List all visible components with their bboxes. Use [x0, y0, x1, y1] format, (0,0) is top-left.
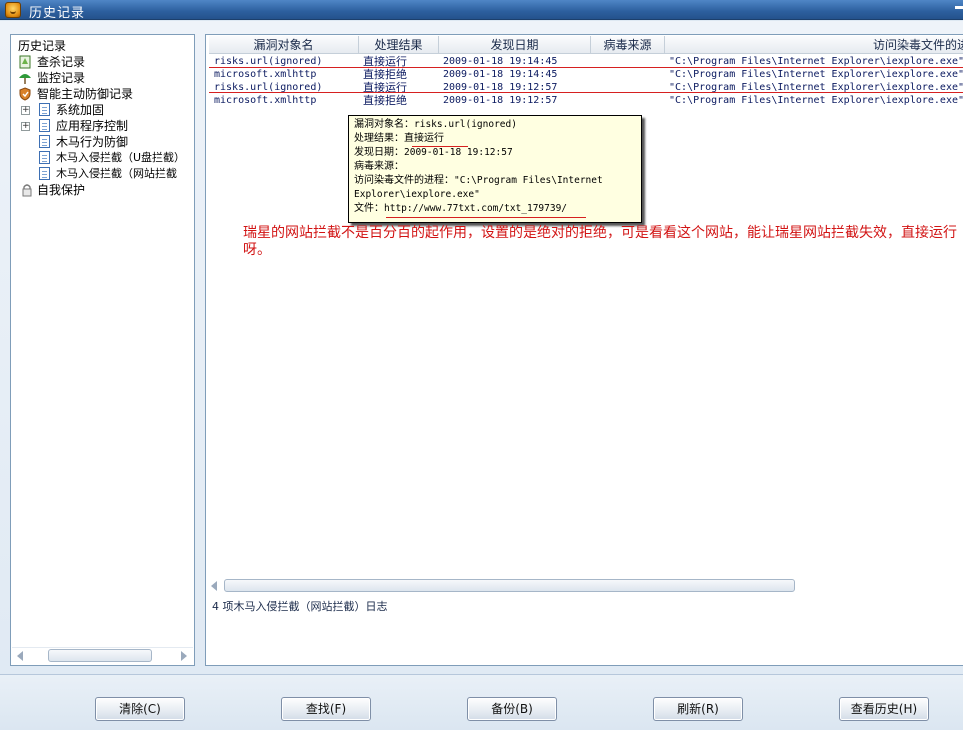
page-icon: [39, 167, 50, 180]
monitor-umbrella-icon: [19, 74, 31, 84]
tooltip-file-label: 文件：: [354, 203, 384, 214]
scroll-left-icon[interactable]: [211, 581, 217, 591]
lock-icon: [22, 184, 32, 197]
table-row[interactable]: microsoft.xmlhttp 直接拒绝 2009-01-18 19:14:…: [209, 68, 963, 81]
tree-item-trojan-behavior[interactable]: 木马行为防御: [17, 134, 187, 150]
highlight-underline: [386, 217, 586, 218]
table-row[interactable]: microsoft.xmlhttp 直接拒绝 2009-01-18 19:12:…: [209, 94, 963, 107]
page-icon: [39, 119, 50, 132]
cell-date: 2009-01-18 19:12:57: [443, 95, 558, 106]
cell-process: "C:\Program Files\Internet Explorer\iexp…: [669, 69, 963, 80]
tree-horizontal-scrollbar[interactable]: [12, 647, 193, 663]
scroll-left-icon[interactable]: [17, 651, 23, 661]
cell-result: 直接拒绝: [363, 94, 407, 107]
tree-item-defense-log[interactable]: 智能主动防御记录: [17, 86, 187, 102]
tooltip-process-line: 访问染毒文件的进程："C:\Program Files\Internet: [354, 174, 603, 188]
tree-item-label: 木马入侵拦截（U盘拦截）: [56, 151, 186, 164]
tooltip-source-label: 病毒来源：: [354, 161, 404, 172]
tree-item-app-control[interactable]: + 应用程序控制: [17, 118, 187, 134]
tree-item-usb-block[interactable]: 木马入侵拦截（U盘拦截）: [17, 150, 195, 166]
tree-item-web-block[interactable]: 木马入侵拦截（网站拦截: [17, 166, 195, 182]
cell-object: microsoft.xmlhttp: [214, 69, 317, 80]
tooltip-object-label: 漏洞对象名：: [354, 119, 414, 130]
tree-root-label: 历史记录: [18, 39, 67, 53]
tooltip-file-url: http://www.77txt.com/txt_179739/: [384, 203, 568, 214]
refresh-button[interactable]: 刷新(R): [653, 697, 743, 721]
column-header-result[interactable]: 处理结果: [359, 36, 439, 54]
cell-date: 2009-01-18 19:14:45: [443, 69, 558, 80]
expand-plus-icon[interactable]: +: [21, 122, 30, 131]
column-header-source[interactable]: 病毒来源: [591, 36, 665, 54]
scroll-right-icon[interactable]: [181, 651, 187, 661]
tree-item-label: 智能主动防御记录: [37, 87, 134, 101]
tree-item-label: 查杀记录: [37, 55, 86, 69]
tree-item-label: 木马行为防御: [56, 135, 129, 149]
minimize-icon[interactable]: [955, 6, 963, 9]
log-panel: 漏洞对象名 处理结果 发现日期 病毒来源 访问染毒文件的进 risks.url(…: [205, 34, 963, 666]
cell-process: "C:\Program Files\Internet Explorer\iexp…: [669, 95, 963, 106]
window-client: 历史记录 查杀记录 监控记录 智能主动防御记录 + 系统加固 + 应用程序控制 …: [0, 21, 963, 730]
highlight-underline: [209, 92, 963, 93]
tooltip-process-value-cont: Explorer\iexplore.exe": [354, 189, 480, 200]
tooltip-result-value: 直接运行: [404, 133, 444, 144]
shield-icon: [19, 87, 31, 101]
column-header-date[interactable]: 发现日期: [439, 36, 591, 54]
tree-item-label: 自我保护: [37, 183, 86, 197]
table-header: 漏洞对象名 处理结果 发现日期 病毒来源 访问染毒文件的进: [209, 36, 963, 54]
find-button[interactable]: 查找(F): [281, 697, 371, 721]
expand-plus-icon[interactable]: +: [21, 106, 30, 115]
tree-item-self-protect[interactable]: 自我保护: [17, 182, 187, 198]
view-history-button[interactable]: 查看历史(H): [839, 697, 929, 721]
title-bar: 历史记录: [0, 0, 963, 21]
page-icon: [39, 151, 50, 164]
tooltip-object-value: risks.url(ignored): [414, 119, 517, 130]
tree-item-system-hardening[interactable]: + 系统加固: [17, 102, 187, 118]
page-icon: [39, 135, 50, 148]
tooltip-process-line-2: Explorer\iexplore.exe": [354, 188, 480, 202]
page-icon: [39, 103, 50, 116]
status-text: 4 项木马入侵拦截（网站拦截）日志: [212, 600, 388, 613]
tooltip-process-label: 访问染毒文件的进程：: [354, 175, 454, 186]
tooltip-date-value: 2009-01-18 19:12:57: [404, 147, 513, 158]
scroll-thumb[interactable]: [48, 649, 152, 662]
rising-lion-icon: [5, 2, 21, 18]
tree-item-scan-log[interactable]: 查杀记录: [17, 54, 187, 70]
tooltip-date-label: 发现日期：: [354, 147, 404, 158]
tree-item-label: 木马入侵拦截（网站拦截: [56, 167, 177, 180]
window-title: 历史记录: [29, 6, 86, 21]
tree-item-label: 系统加固: [56, 103, 105, 117]
column-header-process[interactable]: 访问染毒文件的进: [665, 36, 963, 54]
tooltip-result-label: 处理结果：: [354, 133, 404, 144]
tooltip-file-line: 文件：http://www.77txt.com/txt_179739/: [354, 202, 567, 216]
cell-object: microsoft.xmlhttp: [214, 95, 317, 106]
button-bar: 清除(C) 查找(F) 备份(B) 刷新(R) 查看历史(H): [0, 674, 963, 730]
log-horizontal-scrollbar[interactable]: [210, 578, 797, 594]
clear-button[interactable]: 清除(C): [95, 697, 185, 721]
category-tree-panel: 历史记录 查杀记录 监控记录 智能主动防御记录 + 系统加固 + 应用程序控制 …: [10, 34, 195, 666]
tree-item-label: 监控记录: [37, 71, 86, 85]
scan-log-icon: [19, 55, 31, 69]
tooltip-process-value: "C:\Program Files\Internet: [454, 175, 603, 186]
tree-item-label: 应用程序控制: [56, 119, 129, 133]
tooltip-source-line: 病毒来源：: [354, 160, 404, 174]
tooltip-date-line: 发现日期：2009-01-18 19:12:57: [354, 146, 513, 160]
annotation-note: 瑞星的网站拦截不是百分百的起作用，设置的是绝对的拒绝，可是看看这个网站，能让瑞星…: [243, 225, 957, 258]
tooltip-result-line: 处理结果：直接运行: [354, 132, 444, 146]
scroll-thumb[interactable]: [224, 579, 795, 592]
row-detail-tooltip: 漏洞对象名：risks.url(ignored) 处理结果：直接运行 发现日期：…: [348, 115, 642, 223]
tooltip-object-line: 漏洞对象名：risks.url(ignored): [354, 118, 517, 132]
tree-item-monitor-log[interactable]: 监控记录: [17, 70, 187, 86]
backup-button[interactable]: 备份(B): [467, 697, 557, 721]
column-header-object[interactable]: 漏洞对象名: [209, 36, 359, 54]
cell-result: 直接拒绝: [363, 68, 407, 81]
